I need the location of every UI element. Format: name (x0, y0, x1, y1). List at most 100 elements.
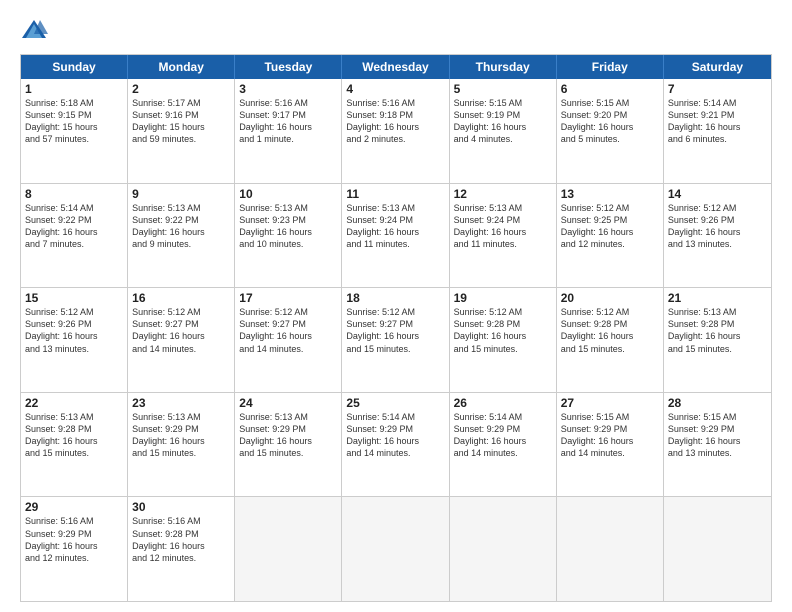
calendar-empty-cell (450, 497, 557, 601)
day-info: Sunrise: 5:13 AM Sunset: 9:28 PM Dayligh… (668, 306, 767, 355)
day-info: Sunrise: 5:12 AM Sunset: 9:27 PM Dayligh… (239, 306, 337, 355)
day-number: 16 (132, 291, 230, 305)
day-number: 14 (668, 187, 767, 201)
calendar-day-28: 28Sunrise: 5:15 AM Sunset: 9:29 PM Dayli… (664, 393, 771, 497)
calendar-day-8: 8Sunrise: 5:14 AM Sunset: 9:22 PM Daylig… (21, 184, 128, 288)
day-info: Sunrise: 5:12 AM Sunset: 9:26 PM Dayligh… (668, 202, 767, 251)
calendar-day-10: 10Sunrise: 5:13 AM Sunset: 9:23 PM Dayli… (235, 184, 342, 288)
day-info: Sunrise: 5:15 AM Sunset: 9:29 PM Dayligh… (668, 411, 767, 460)
header (20, 16, 772, 44)
day-info: Sunrise: 5:14 AM Sunset: 9:29 PM Dayligh… (346, 411, 444, 460)
day-number: 29 (25, 500, 123, 514)
calendar-day-26: 26Sunrise: 5:14 AM Sunset: 9:29 PM Dayli… (450, 393, 557, 497)
day-info: Sunrise: 5:12 AM Sunset: 9:27 PM Dayligh… (346, 306, 444, 355)
day-info: Sunrise: 5:13 AM Sunset: 9:29 PM Dayligh… (132, 411, 230, 460)
calendar-day-5: 5Sunrise: 5:15 AM Sunset: 9:19 PM Daylig… (450, 79, 557, 183)
calendar-day-4: 4Sunrise: 5:16 AM Sunset: 9:18 PM Daylig… (342, 79, 449, 183)
weekday-header-monday: Monday (128, 55, 235, 79)
day-info: Sunrise: 5:13 AM Sunset: 9:23 PM Dayligh… (239, 202, 337, 251)
calendar-day-20: 20Sunrise: 5:12 AM Sunset: 9:28 PM Dayli… (557, 288, 664, 392)
page: SundayMondayTuesdayWednesdayThursdayFrid… (0, 0, 792, 612)
calendar-day-11: 11Sunrise: 5:13 AM Sunset: 9:24 PM Dayli… (342, 184, 449, 288)
day-number: 4 (346, 82, 444, 96)
day-number: 15 (25, 291, 123, 305)
calendar-empty-cell (235, 497, 342, 601)
day-info: Sunrise: 5:12 AM Sunset: 9:28 PM Dayligh… (454, 306, 552, 355)
day-number: 8 (25, 187, 123, 201)
calendar-day-21: 21Sunrise: 5:13 AM Sunset: 9:28 PM Dayli… (664, 288, 771, 392)
day-number: 22 (25, 396, 123, 410)
day-number: 13 (561, 187, 659, 201)
day-info: Sunrise: 5:12 AM Sunset: 9:25 PM Dayligh… (561, 202, 659, 251)
calendar-day-12: 12Sunrise: 5:13 AM Sunset: 9:24 PM Dayli… (450, 184, 557, 288)
calendar-row-2: 8Sunrise: 5:14 AM Sunset: 9:22 PM Daylig… (21, 184, 771, 289)
day-info: Sunrise: 5:18 AM Sunset: 9:15 PM Dayligh… (25, 97, 123, 146)
calendar-day-30: 30Sunrise: 5:16 AM Sunset: 9:28 PM Dayli… (128, 497, 235, 601)
day-info: Sunrise: 5:14 AM Sunset: 9:29 PM Dayligh… (454, 411, 552, 460)
day-info: Sunrise: 5:13 AM Sunset: 9:22 PM Dayligh… (132, 202, 230, 251)
calendar-day-27: 27Sunrise: 5:15 AM Sunset: 9:29 PM Dayli… (557, 393, 664, 497)
calendar-body: 1Sunrise: 5:18 AM Sunset: 9:15 PM Daylig… (21, 79, 771, 601)
calendar-day-7: 7Sunrise: 5:14 AM Sunset: 9:21 PM Daylig… (664, 79, 771, 183)
day-info: Sunrise: 5:14 AM Sunset: 9:22 PM Dayligh… (25, 202, 123, 251)
day-number: 5 (454, 82, 552, 96)
day-info: Sunrise: 5:16 AM Sunset: 9:29 PM Dayligh… (25, 515, 123, 564)
calendar-row-1: 1Sunrise: 5:18 AM Sunset: 9:15 PM Daylig… (21, 79, 771, 184)
day-info: Sunrise: 5:15 AM Sunset: 9:29 PM Dayligh… (561, 411, 659, 460)
day-info: Sunrise: 5:12 AM Sunset: 9:26 PM Dayligh… (25, 306, 123, 355)
day-number: 21 (668, 291, 767, 305)
calendar-day-29: 29Sunrise: 5:16 AM Sunset: 9:29 PM Dayli… (21, 497, 128, 601)
calendar-day-25: 25Sunrise: 5:14 AM Sunset: 9:29 PM Dayli… (342, 393, 449, 497)
day-number: 12 (454, 187, 552, 201)
weekday-header-wednesday: Wednesday (342, 55, 449, 79)
calendar-day-9: 9Sunrise: 5:13 AM Sunset: 9:22 PM Daylig… (128, 184, 235, 288)
day-number: 27 (561, 396, 659, 410)
day-info: Sunrise: 5:13 AM Sunset: 9:28 PM Dayligh… (25, 411, 123, 460)
calendar-day-2: 2Sunrise: 5:17 AM Sunset: 9:16 PM Daylig… (128, 79, 235, 183)
calendar-empty-cell (557, 497, 664, 601)
calendar-day-3: 3Sunrise: 5:16 AM Sunset: 9:17 PM Daylig… (235, 79, 342, 183)
calendar-day-15: 15Sunrise: 5:12 AM Sunset: 9:26 PM Dayli… (21, 288, 128, 392)
day-info: Sunrise: 5:16 AM Sunset: 9:28 PM Dayligh… (132, 515, 230, 564)
day-info: Sunrise: 5:14 AM Sunset: 9:21 PM Dayligh… (668, 97, 767, 146)
day-number: 25 (346, 396, 444, 410)
day-number: 18 (346, 291, 444, 305)
day-number: 23 (132, 396, 230, 410)
weekday-header-thursday: Thursday (450, 55, 557, 79)
day-info: Sunrise: 5:13 AM Sunset: 9:24 PM Dayligh… (454, 202, 552, 251)
calendar-row-4: 22Sunrise: 5:13 AM Sunset: 9:28 PM Dayli… (21, 393, 771, 498)
day-info: Sunrise: 5:12 AM Sunset: 9:27 PM Dayligh… (132, 306, 230, 355)
calendar-day-23: 23Sunrise: 5:13 AM Sunset: 9:29 PM Dayli… (128, 393, 235, 497)
weekday-header-sunday: Sunday (21, 55, 128, 79)
day-number: 20 (561, 291, 659, 305)
day-number: 3 (239, 82, 337, 96)
calendar-empty-cell (342, 497, 449, 601)
day-info: Sunrise: 5:15 AM Sunset: 9:19 PM Dayligh… (454, 97, 552, 146)
calendar-day-22: 22Sunrise: 5:13 AM Sunset: 9:28 PM Dayli… (21, 393, 128, 497)
calendar-day-19: 19Sunrise: 5:12 AM Sunset: 9:28 PM Dayli… (450, 288, 557, 392)
day-number: 6 (561, 82, 659, 96)
day-number: 30 (132, 500, 230, 514)
day-info: Sunrise: 5:13 AM Sunset: 9:24 PM Dayligh… (346, 202, 444, 251)
day-info: Sunrise: 5:15 AM Sunset: 9:20 PM Dayligh… (561, 97, 659, 146)
calendar-day-6: 6Sunrise: 5:15 AM Sunset: 9:20 PM Daylig… (557, 79, 664, 183)
day-info: Sunrise: 5:16 AM Sunset: 9:18 PM Dayligh… (346, 97, 444, 146)
calendar-empty-cell (664, 497, 771, 601)
calendar-row-3: 15Sunrise: 5:12 AM Sunset: 9:26 PM Dayli… (21, 288, 771, 393)
day-info: Sunrise: 5:17 AM Sunset: 9:16 PM Dayligh… (132, 97, 230, 146)
logo-icon (20, 16, 48, 44)
calendar-day-14: 14Sunrise: 5:12 AM Sunset: 9:26 PM Dayli… (664, 184, 771, 288)
day-info: Sunrise: 5:13 AM Sunset: 9:29 PM Dayligh… (239, 411, 337, 460)
calendar-day-1: 1Sunrise: 5:18 AM Sunset: 9:15 PM Daylig… (21, 79, 128, 183)
calendar: SundayMondayTuesdayWednesdayThursdayFrid… (20, 54, 772, 602)
day-number: 17 (239, 291, 337, 305)
day-number: 7 (668, 82, 767, 96)
day-number: 19 (454, 291, 552, 305)
day-number: 24 (239, 396, 337, 410)
calendar-header: SundayMondayTuesdayWednesdayThursdayFrid… (21, 55, 771, 79)
day-number: 1 (25, 82, 123, 96)
day-number: 10 (239, 187, 337, 201)
calendar-day-24: 24Sunrise: 5:13 AM Sunset: 9:29 PM Dayli… (235, 393, 342, 497)
day-number: 26 (454, 396, 552, 410)
calendar-day-17: 17Sunrise: 5:12 AM Sunset: 9:27 PM Dayli… (235, 288, 342, 392)
